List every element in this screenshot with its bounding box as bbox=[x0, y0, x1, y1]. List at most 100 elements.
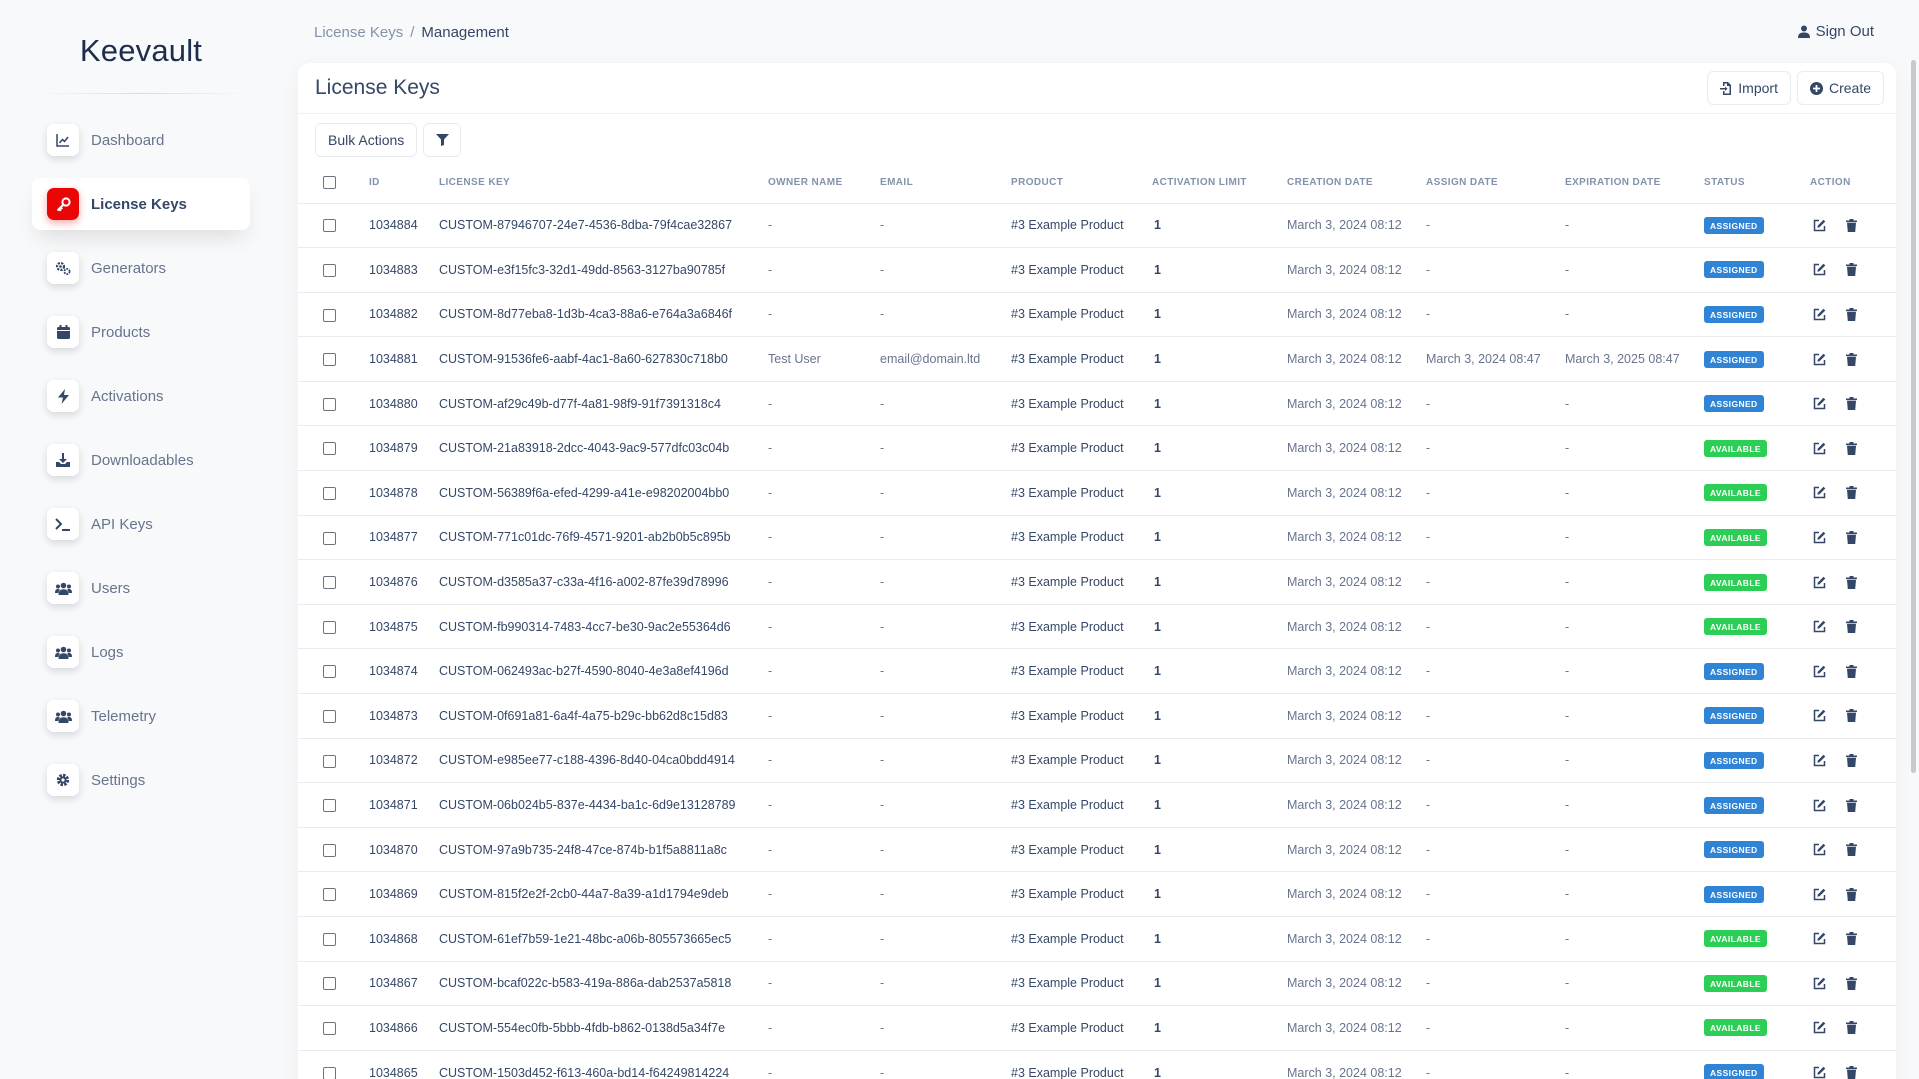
sidebar-item-downloadables[interactable]: Downloadables bbox=[32, 434, 250, 486]
filter-button[interactable] bbox=[423, 123, 462, 157]
row-checkbox[interactable] bbox=[323, 799, 336, 813]
edit-icon[interactable] bbox=[1810, 484, 1828, 502]
sidebar-item-dashboard[interactable]: Dashboard bbox=[32, 114, 250, 166]
row-checkbox[interactable] bbox=[323, 932, 336, 946]
edit-icon[interactable] bbox=[1810, 751, 1828, 769]
column-header-email[interactable]: Email bbox=[880, 163, 1011, 204]
table-row[interactable]: 1034874 CUSTOM-062493ac-b27f-4590-8040-4e… bbox=[298, 648, 1896, 695]
table-row[interactable]: 1034878 CUSTOM-56389f6a-efed-4299-a41e-e9… bbox=[298, 470, 1896, 516]
table-row[interactable]: 1034868 CUSTOM-61ef7b59-1e21-48bc-a06b-80… bbox=[298, 916, 1896, 962]
column-header-status[interactable]: Status bbox=[1704, 163, 1810, 204]
edit-icon[interactable] bbox=[1810, 350, 1828, 368]
table-row[interactable]: 1034879 CUSTOM-21a83918-2dcc-4043-9ac9-57… bbox=[298, 425, 1896, 472]
column-header-action[interactable]: Action bbox=[1810, 163, 1896, 204]
trash-icon[interactable] bbox=[1842, 974, 1860, 992]
row-checkbox[interactable] bbox=[323, 308, 336, 322]
column-header-activation-limit[interactable]: Activation Limit bbox=[1152, 163, 1287, 204]
trash-icon[interactable] bbox=[1842, 1019, 1860, 1037]
table-row[interactable]: 1034870 CUSTOM-97a9b735-24f8-47ce-874b-b1… bbox=[298, 827, 1896, 873]
row-checkbox[interactable] bbox=[323, 576, 336, 590]
edit-icon[interactable] bbox=[1810, 930, 1828, 948]
import-button[interactable]: Import bbox=[1707, 71, 1791, 105]
row-checkbox[interactable] bbox=[323, 1022, 336, 1036]
sidebar-item-license-keys[interactable]: License Keys bbox=[32, 178, 250, 230]
trash-icon[interactable] bbox=[1842, 305, 1860, 323]
table-row[interactable]: 1034880 CUSTOM-af29c49b-d77f-4a81-98f9-91… bbox=[298, 381, 1896, 427]
column-header-owner-name[interactable]: Owner Name bbox=[768, 163, 880, 204]
column-header-license-key[interactable]: License Key bbox=[439, 163, 768, 204]
edit-icon[interactable] bbox=[1810, 796, 1828, 814]
row-checkbox[interactable] bbox=[323, 442, 336, 456]
row-checkbox[interactable] bbox=[323, 263, 336, 277]
column-header-creation-date[interactable]: Creation Date bbox=[1287, 163, 1426, 204]
row-checkbox[interactable] bbox=[323, 665, 336, 679]
table-row[interactable]: 1034877 CUSTOM-771c01dc-76f9-4571-9201-ab… bbox=[298, 515, 1896, 561]
edit-icon[interactable] bbox=[1810, 305, 1828, 323]
trash-icon[interactable] bbox=[1842, 885, 1860, 903]
edit-icon[interactable] bbox=[1810, 261, 1828, 279]
edit-icon[interactable] bbox=[1810, 841, 1828, 859]
row-checkbox[interactable] bbox=[323, 353, 336, 367]
page-scrollbar-thumb[interactable] bbox=[1911, 60, 1916, 773]
column-header-expiration-date[interactable]: Expiration Date bbox=[1565, 163, 1704, 204]
edit-icon[interactable] bbox=[1810, 618, 1828, 636]
trash-icon[interactable] bbox=[1842, 618, 1860, 636]
table-row[interactable]: 1034875 CUSTOM-fb990314-7483-4cc7-be30-9a… bbox=[298, 604, 1896, 650]
table-row[interactable]: 1034867 CUSTOM-bcaf022c-b583-419a-886a-da… bbox=[298, 961, 1896, 1007]
row-checkbox[interactable] bbox=[323, 754, 336, 768]
trash-icon[interactable] bbox=[1842, 350, 1860, 368]
table-row[interactable]: 1034884 CUSTOM-87946707-24e7-4536-8dba-79… bbox=[298, 203, 1896, 249]
edit-icon[interactable] bbox=[1810, 1019, 1828, 1037]
edit-icon[interactable] bbox=[1810, 662, 1828, 680]
trash-icon[interactable] bbox=[1842, 751, 1860, 769]
trash-icon[interactable] bbox=[1842, 573, 1860, 591]
trash-icon[interactable] bbox=[1842, 528, 1860, 546]
edit-icon[interactable] bbox=[1810, 885, 1828, 903]
row-checkbox[interactable] bbox=[323, 888, 336, 902]
column-header-id[interactable]: ID bbox=[369, 163, 439, 204]
trash-icon[interactable] bbox=[1842, 395, 1860, 413]
table-row[interactable]: 1034876 CUSTOM-d3585a37-c33a-4f16-a002-87… bbox=[298, 559, 1896, 605]
table-row[interactable]: 1034866 CUSTOM-554ec0fb-5bbb-4fdb-b862-01… bbox=[298, 1005, 1896, 1051]
select-all-checkbox[interactable] bbox=[323, 176, 336, 190]
column-header-assign-date[interactable]: Assign Date bbox=[1426, 163, 1565, 204]
trash-icon[interactable] bbox=[1842, 484, 1860, 502]
edit-icon[interactable] bbox=[1810, 528, 1828, 546]
table-row[interactable]: 1034872 CUSTOM-e985ee77-c188-4396-8d40-04… bbox=[298, 738, 1896, 784]
sidebar-item-users[interactable]: Users bbox=[32, 562, 250, 614]
edit-icon[interactable] bbox=[1810, 573, 1828, 591]
trash-icon[interactable] bbox=[1842, 439, 1860, 457]
brand-logo[interactable]: Keevault bbox=[0, 33, 282, 69]
row-checkbox[interactable] bbox=[323, 709, 336, 723]
page-scrollbar[interactable] bbox=[1905, 0, 1919, 1079]
table-row[interactable]: 1034883 CUSTOM-e3f15fc3-32d1-49dd-8563-31… bbox=[298, 247, 1896, 293]
breadcrumb-parent-link[interactable]: License Keys bbox=[314, 24, 403, 41]
sign-out-button[interactable]: Sign Out bbox=[1797, 23, 1874, 40]
trash-icon[interactable] bbox=[1842, 662, 1860, 680]
table-row[interactable]: 1034865 CUSTOM-1503d452-f613-460a-bd14-f6… bbox=[298, 1050, 1896, 1079]
sidebar-item-generators[interactable]: Generators bbox=[32, 242, 250, 294]
sidebar-item-telemetry[interactable]: Telemetry bbox=[32, 690, 250, 742]
sidebar-item-api-keys[interactable]: API Keys bbox=[32, 498, 250, 550]
row-checkbox[interactable] bbox=[323, 620, 336, 634]
table-row[interactable]: 1034881 CUSTOM-91536fe6-aabf-4ac1-8a60-62… bbox=[298, 336, 1896, 382]
edit-icon[interactable] bbox=[1810, 707, 1828, 725]
row-checkbox[interactable] bbox=[323, 397, 336, 411]
row-checkbox[interactable] bbox=[323, 977, 336, 991]
edit-icon[interactable] bbox=[1810, 439, 1828, 457]
trash-icon[interactable] bbox=[1842, 216, 1860, 234]
row-checkbox[interactable] bbox=[323, 843, 336, 857]
trash-icon[interactable] bbox=[1842, 261, 1860, 279]
trash-icon[interactable] bbox=[1842, 707, 1860, 725]
edit-icon[interactable] bbox=[1810, 216, 1828, 234]
table-row[interactable]: 1034882 CUSTOM-8d77eba8-1d3b-4ca3-88a6-e7… bbox=[298, 292, 1896, 338]
bulk-actions-button[interactable]: Bulk Actions bbox=[315, 123, 418, 157]
row-checkbox[interactable] bbox=[323, 531, 336, 545]
sidebar-item-settings[interactable]: Settings bbox=[32, 754, 250, 806]
edit-icon[interactable] bbox=[1810, 395, 1828, 413]
column-header-product[interactable]: Product bbox=[1011, 163, 1152, 204]
sidebar-item-logs[interactable]: Logs bbox=[32, 626, 250, 678]
trash-icon[interactable] bbox=[1842, 1064, 1860, 1079]
table-row[interactable]: 1034869 CUSTOM-815f2e2f-2cb0-44a7-8a39-a1… bbox=[298, 871, 1896, 917]
row-checkbox[interactable] bbox=[323, 486, 336, 500]
